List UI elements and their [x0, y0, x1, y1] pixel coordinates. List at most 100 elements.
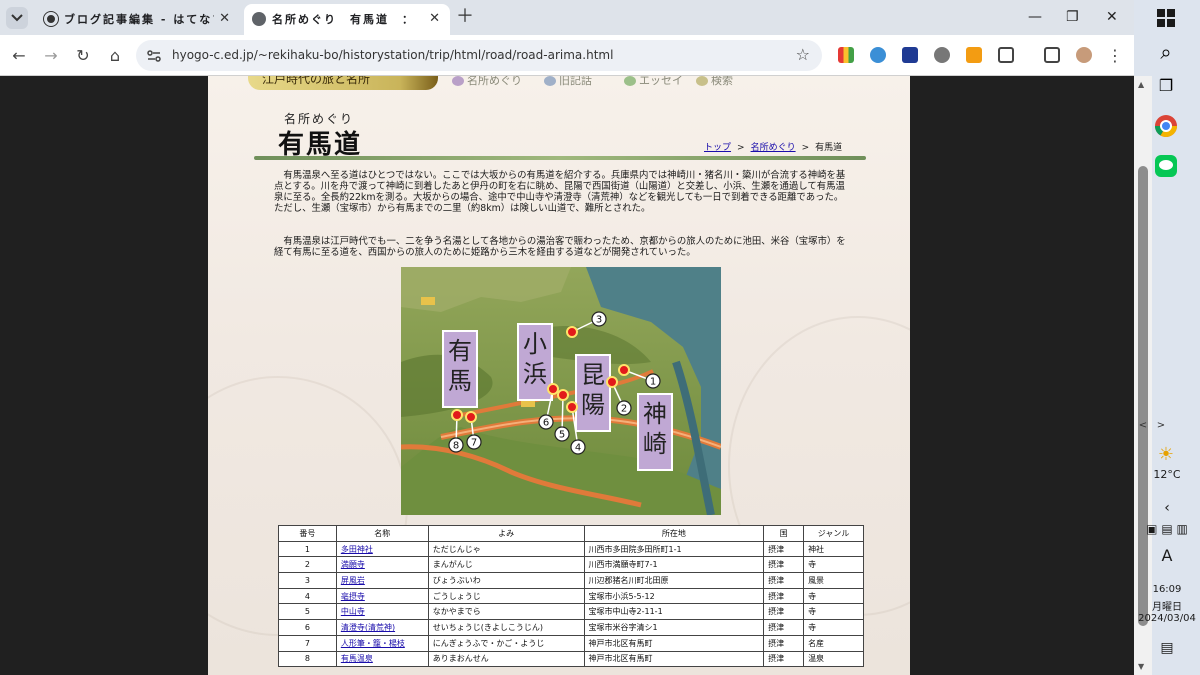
table-row: 2 満願寺 まんがんじ 川西市満願寺町7-1 摂津寺 [278, 556, 864, 574]
kebab-menu-icon[interactable]: ⋮ [1104, 45, 1126, 67]
cell-name: 人形筆・籠・楊枝 [335, 634, 429, 652]
extension-chat-icon[interactable] [934, 47, 950, 63]
scroll-up-icon[interactable]: ▲ [1138, 80, 1144, 89]
clock-weekday[interactable]: 月曜日 [1134, 598, 1200, 613]
topnav-item-kyuki[interactable]: 旧記話 [544, 76, 592, 88]
cell-province: 摂津 [763, 634, 805, 652]
place-link[interactable]: 屏風岩 [341, 576, 365, 585]
side-panel-icon[interactable] [1044, 47, 1060, 63]
cell-number: 3 [278, 572, 337, 589]
tray-left-icon[interactable]: < [1134, 420, 1152, 431]
site-info-icon[interactable] [146, 48, 162, 64]
tab-close-icon[interactable]: ✕ [219, 11, 230, 27]
cell-reading: せいちょうじ(きよしこうじん) [427, 619, 585, 636]
tab-close-icon[interactable]: ✕ [429, 11, 440, 27]
map-marker-number: 5 [559, 430, 565, 441]
table-row: 1 多田神社 ただじんじゃ 川西市多田院多田所町1-1 摂津 神社 [278, 540, 864, 558]
close-window-icon[interactable]: ✕ [1106, 8, 1118, 26]
new-tab-button[interactable]: ＋ [456, 7, 474, 27]
breadcrumb-link-top[interactable]: トップ [704, 143, 731, 153]
intro-paragraph: 有馬温泉へ至る道はひとつではない。ここでは大坂からの有馬道を紹介する。兵庫県内で… [274, 170, 846, 214]
url-text: hyogo-c.ed.jp/~rekihaku-bo/historystatio… [172, 48, 614, 62]
line-app-icon[interactable] [1152, 154, 1180, 182]
extension-globe-icon[interactable] [870, 47, 886, 63]
task-view-icon[interactable]: ❐ [1152, 76, 1180, 104]
clock-date[interactable]: 2024/03/04 [1134, 613, 1200, 624]
place-link[interactable]: 満願寺 [341, 560, 365, 569]
topnav-item-essay[interactable]: エッセイ [624, 76, 683, 88]
windows-start-icon[interactable] [1152, 8, 1180, 36]
map-marker-number: 4 [575, 443, 581, 454]
column-header-genre: ジャンル [803, 525, 864, 542]
topnav-item-meisho[interactable]: 名所めぐり [452, 76, 522, 88]
page-viewport: 江戸時代の旅と名所 名所めぐり 旧記話 エッセイ 検索 名所めぐり 有馬道 トッ… [0, 76, 1134, 675]
profile-avatar[interactable] [1076, 47, 1092, 63]
cell-location: 川西市満願寺町7-1 [583, 556, 765, 574]
extensions-puzzle-icon[interactable] [998, 47, 1014, 63]
search-icon[interactable]: ⌕ [1152, 40, 1180, 68]
cell-number: 5 [278, 603, 337, 621]
scroll-down-icon[interactable]: ▼ [1138, 662, 1144, 671]
place-link[interactable]: 人形筆・籠・楊枝 [341, 639, 405, 648]
site-banner[interactable]: 江戸時代の旅と名所 [248, 76, 438, 90]
table-header-row: 番号 名称 よみ 所在地 国 ジャンル [278, 525, 864, 542]
windows-taskbar: ▲ ▼ ⌕ ❐ < > ☀ 12°C ‹ ▣ ▤ ▥ A 16:09 月曜日 2… [1134, 0, 1200, 675]
cell-genre: 温泉 [803, 650, 864, 668]
cell-province: 摂津 [763, 587, 805, 605]
place-link[interactable]: 中山寺 [341, 607, 365, 616]
breadcrumb-link-meisho[interactable]: 名所めぐり [751, 143, 796, 153]
cell-reading: ありまおんせん [427, 650, 585, 668]
cell-genre: 風景 [803, 572, 864, 589]
notification-center-icon[interactable]: ▤ [1134, 640, 1200, 656]
place-link[interactable]: 清澄寺(清荒神) [341, 623, 395, 632]
svg-text:崎: 崎 [643, 430, 667, 458]
map-marker-number: 2 [621, 404, 627, 415]
cell-province: 摂津 [763, 650, 805, 668]
back-arrow-icon[interactable]: ← [8, 45, 30, 67]
table-row: 6 清澄寺(清荒神) せいちょうじ(きよしこうじん) 宝塚市米谷字清シ1 摂津寺 [278, 619, 864, 636]
show-hidden-icons-icon[interactable]: ‹ [1134, 500, 1200, 516]
maximize-icon[interactable]: ❐ [1066, 8, 1079, 26]
breadcrumb-current: 有馬道 [815, 143, 843, 153]
cell-location: 川辺郡猪名川町北田原 [583, 572, 765, 589]
input-mode-indicator[interactable]: A [1134, 546, 1200, 565]
tab-strip: ブログ記事編集 - はてなブログ ✕ 名所めぐり 有馬道 ： ひょうご歴史 ✕ … [0, 0, 1134, 35]
map-marker-number: 6 [543, 418, 549, 429]
cell-location: 神戸市北区有馬町 [583, 634, 765, 652]
extension-dictionary-icon[interactable] [902, 47, 918, 63]
cell-number: 1 [278, 540, 337, 558]
address-bar[interactable]: hyogo-c.ed.jp/~rekihaku-bo/historystatio… [136, 40, 822, 71]
title-divider [254, 156, 866, 160]
tab-hatena-blog[interactable]: ブログ記事編集 - はてなブログ ✕ [36, 4, 240, 35]
route-map-illustration: 有 馬 小 浜 昆 陽 神 崎 12345678 [401, 267, 721, 515]
home-icon[interactable]: ⌂ [104, 45, 126, 67]
minimize-icon[interactable]: — [1028, 8, 1042, 26]
cell-name: 満願寺 [335, 556, 429, 574]
tray-right-icon[interactable]: > [1152, 420, 1170, 431]
cell-reading: びょうぶいわ [427, 572, 585, 589]
extension-chart-icon[interactable] [838, 47, 854, 63]
clock-time[interactable]: 16:09 [1134, 584, 1200, 595]
place-link[interactable]: 有馬温泉 [341, 654, 373, 663]
svg-text:有: 有 [448, 337, 472, 365]
places-table-body: 1 多田神社 ただじんじゃ 川西市多田院多田所町1-1 摂津 神社 2 満願寺 まんがんじ 川西市… [278, 540, 864, 668]
extension-exif-icon[interactable] [966, 47, 982, 63]
weather-temperature[interactable]: 12°C [1134, 468, 1200, 481]
reload-icon[interactable]: ↻ [72, 45, 94, 67]
tab-search-button[interactable] [6, 7, 28, 29]
tab-title: 名所めぐり 有馬道 ： ひょうご歴史 [272, 13, 422, 26]
cell-reading: なかやまでら [427, 603, 585, 621]
bookmark-star-icon[interactable]: ☆ [796, 45, 810, 64]
svg-text:昆: 昆 [581, 361, 605, 389]
tray-status-icons[interactable]: ▣ ▤ ▥ [1134, 522, 1200, 536]
cell-reading: にんぎょうふで・かご・ようじ [427, 634, 585, 652]
topnav-item-search[interactable]: 検索 [696, 76, 733, 88]
place-link[interactable]: 亳摂寺 [341, 592, 365, 601]
forward-arrow-icon[interactable]: → [40, 45, 62, 67]
browser-window: ブログ記事編集 - はてなブログ ✕ 名所めぐり 有馬道 ： ひょうご歴史 ✕ … [0, 0, 1134, 675]
tab-rekihaku[interactable]: 名所めぐり 有馬道 ： ひょうご歴史 ✕ [244, 4, 450, 35]
place-link[interactable]: 多田神社 [341, 545, 373, 554]
cell-genre: 寺 [803, 619, 864, 636]
svg-text:小: 小 [523, 330, 547, 358]
chrome-app-icon[interactable] [1152, 114, 1180, 142]
